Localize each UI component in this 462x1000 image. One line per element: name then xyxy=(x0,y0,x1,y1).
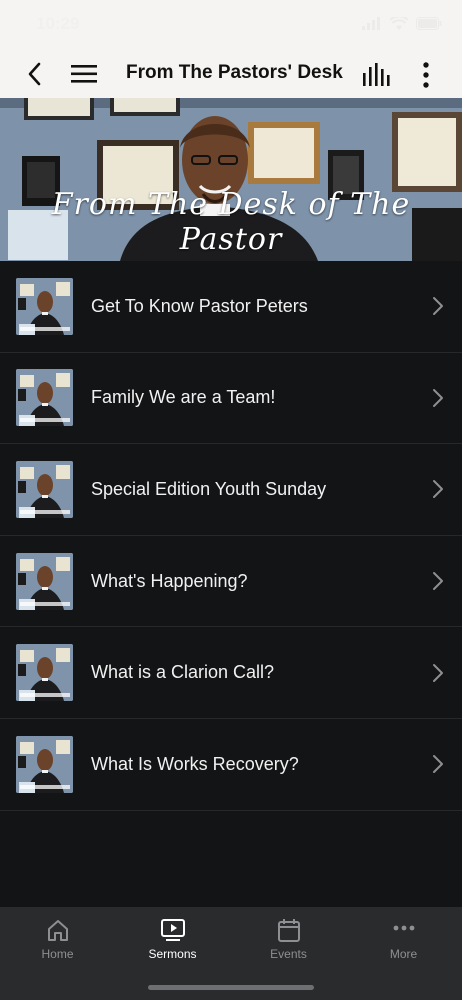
sermon-title: What's Happening? xyxy=(91,570,248,591)
tab-label-events: Events xyxy=(270,947,307,961)
vertical-dots-icon xyxy=(423,62,429,88)
signal-icon xyxy=(362,17,382,35)
more-options-button[interactable] xyxy=(414,60,438,90)
calendar-icon xyxy=(277,919,300,942)
audio-button[interactable] xyxy=(362,62,390,88)
back-button[interactable] xyxy=(22,60,50,88)
tab-events[interactable]: Events xyxy=(231,907,346,977)
tab-label-sermons: Sermons xyxy=(148,947,197,961)
home-icon xyxy=(47,920,68,941)
sermon-list-item[interactable]: What is a Clarion Call? xyxy=(0,627,462,719)
chevron-right-icon xyxy=(432,754,444,774)
app-header: From The Pastors' Desk xyxy=(0,50,462,98)
sermon-list-item[interactable]: Get To Know Pastor Peters xyxy=(0,261,462,353)
sermon-title: Get To Know Pastor Peters xyxy=(91,295,308,316)
play-screen-icon xyxy=(160,919,185,941)
more-dots-icon xyxy=(393,925,414,931)
sermon-title: What is a Clarion Call? xyxy=(91,662,275,683)
sermon-list: Get To Know Pastor Peters Family We are a… xyxy=(0,261,462,811)
chevron-right-icon xyxy=(432,296,444,316)
hamburger-icon xyxy=(71,65,97,83)
battery-icon xyxy=(416,17,442,35)
status-icons xyxy=(362,15,442,35)
sermon-title: Special Edition Youth Sunday xyxy=(91,478,327,499)
sermon-list-item[interactable]: Special Edition Youth Sunday xyxy=(0,444,462,536)
pastor-banner-image: From The Desk of The Pastor xyxy=(0,98,462,261)
sermon-thumbnail xyxy=(16,644,73,702)
sermon-thumbnail xyxy=(16,277,73,335)
page-title: From The Pastors' Desk xyxy=(126,62,343,83)
sermon-title: What Is Works Recovery? xyxy=(91,753,299,774)
chevron-right-icon xyxy=(432,479,444,499)
sermon-thumbnail xyxy=(16,552,73,610)
chevron-left-icon xyxy=(28,62,41,86)
wifi-icon xyxy=(389,15,409,35)
tab-label-more: More xyxy=(389,947,418,961)
chevron-right-icon xyxy=(432,571,444,591)
sermon-thumbnail xyxy=(16,735,73,793)
sermon-list-item[interactable]: What Is Works Recovery? xyxy=(0,719,462,811)
tab-more[interactable]: More xyxy=(346,907,461,977)
status-bar: 10:29 xyxy=(0,0,462,50)
tab-sermons[interactable]: Sermons xyxy=(115,907,230,977)
status-time: 10:29 xyxy=(36,14,80,33)
app-screen: 10:29 From The Pastors' Desk From The De… xyxy=(0,0,462,1000)
home-indicator[interactable] xyxy=(148,985,314,990)
chevron-right-icon xyxy=(432,663,444,683)
tab-home[interactable]: Home xyxy=(0,907,115,977)
menu-button[interactable] xyxy=(70,62,98,86)
chevron-right-icon xyxy=(432,388,444,408)
sermon-thumbnail xyxy=(16,460,73,518)
audio-bars-icon xyxy=(363,63,390,86)
sermon-title: Family We are a Team! xyxy=(91,387,276,408)
banner-caption: From The Desk of The Pastor xyxy=(51,187,411,257)
sermon-list-item[interactable]: Family We are a Team! xyxy=(0,353,462,445)
sermon-thumbnail xyxy=(16,369,73,427)
tab-label-home: Home xyxy=(41,947,74,961)
sermon-list-item[interactable]: What's Happening? xyxy=(0,536,462,628)
